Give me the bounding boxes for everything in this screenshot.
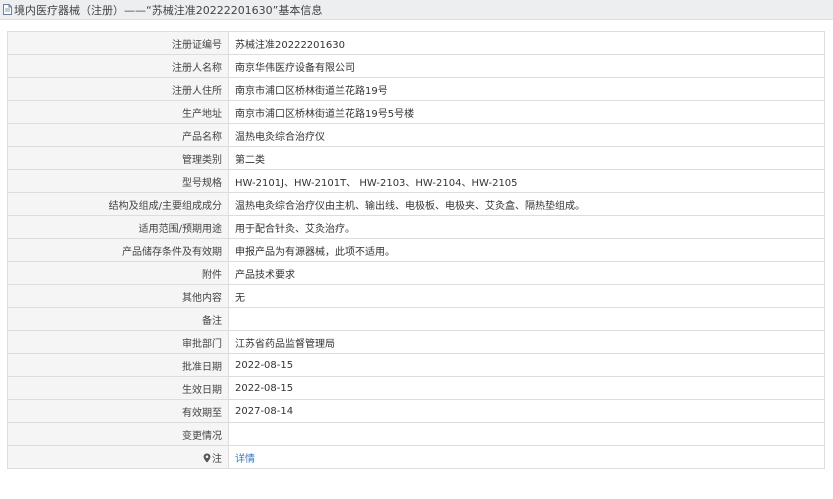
row-value: 江苏省药品监督管理局 xyxy=(228,330,825,354)
row-value: 无 xyxy=(228,284,825,308)
row-value: 用于配合针灸、艾灸治疗。 xyxy=(228,215,825,239)
row-label: 注册人名称 xyxy=(7,54,229,78)
row-value: 温热电灸综合治疗仪 xyxy=(228,123,825,147)
row-value xyxy=(228,422,825,446)
row-value: 苏械注准20222201630 xyxy=(228,31,825,55)
row-label: 适用范围/预期用途 xyxy=(7,215,229,239)
row-value: 南京市浦口区桥林街道兰花路19号 xyxy=(228,77,825,101)
table-row: 批准日期 2022-08-15 xyxy=(7,353,825,377)
row-value: 2027-08-14 xyxy=(228,399,825,423)
table-row: 变更情况 xyxy=(7,422,825,446)
row-label: 变更情况 xyxy=(7,422,229,446)
table-row: 产品名称 温热电灸综合治疗仪 xyxy=(7,123,825,147)
table-row: 生效日期 2022-08-15 xyxy=(7,376,825,400)
table-row: 生产地址 南京市浦口区桥林街道兰花路19号5号楼 xyxy=(7,100,825,124)
table-row: 注册人名称 南京华伟医疗设备有限公司 xyxy=(7,54,825,78)
table-row: 产品储存条件及有效期 申报产品为有源器械，此项不适用。 xyxy=(7,238,825,262)
row-label: 结构及组成/主要组成成分 xyxy=(7,192,229,216)
row-value: 南京市浦口区桥林街道兰花路19号5号楼 xyxy=(228,100,825,124)
table-row: 适用范围/预期用途 用于配合针灸、艾灸治疗。 xyxy=(7,215,825,239)
info-table-container: 注册证编号 苏械注准20222201630 注册人名称 南京华伟医疗设备有限公司… xyxy=(7,31,825,469)
table-row: 备注 xyxy=(7,307,825,331)
row-label: 批准日期 xyxy=(7,353,229,377)
row-label: 型号规格 xyxy=(7,169,229,193)
table-row: 结构及组成/主要组成成分 温热电灸综合治疗仪由主机、输出线、电极板、电极夹、艾灸… xyxy=(7,192,825,216)
row-label: 其他内容 xyxy=(7,284,229,308)
row-value: 2022-08-15 xyxy=(228,353,825,377)
row-label: 审批部门 xyxy=(7,330,229,354)
row-label: 生效日期 xyxy=(7,376,229,400)
row-value: 南京华伟医疗设备有限公司 xyxy=(228,54,825,78)
note-label: 注 xyxy=(212,453,222,465)
row-label: 注册人住所 xyxy=(7,77,229,101)
details-link[interactable]: 详情 xyxy=(235,454,255,465)
note-row: 注 详情 xyxy=(7,445,825,469)
row-label: 注册证编号 xyxy=(7,31,229,55)
table-row: 注册证编号 苏械注准20222201630 xyxy=(7,31,825,55)
row-label: 产品名称 xyxy=(7,123,229,147)
device-info-table: 注册证编号 苏械注准20222201630 注册人名称 南京华伟医疗设备有限公司… xyxy=(7,31,825,469)
row-value: 温热电灸综合治疗仪由主机、输出线、电极板、电极夹、艾灸盒、隔热垫组成。 xyxy=(228,192,825,216)
row-value: 产品技术要求 xyxy=(228,261,825,285)
table-row: 注册人住所 南京市浦口区桥林街道兰花路19号 xyxy=(7,77,825,101)
table-row: 有效期至 2027-08-14 xyxy=(7,399,825,423)
row-value: HW-2101J、HW-2101T、 HW-2103、HW-2104、HW-21… xyxy=(228,169,825,193)
row-label: 备注 xyxy=(7,307,229,331)
page-title-bar: 境内医疗器械（注册）——“苏械注准20222201630”基本信息 xyxy=(0,0,833,20)
note-label-cell: 注 xyxy=(7,445,229,469)
row-label: 有效期至 xyxy=(7,399,229,423)
row-label: 产品储存条件及有效期 xyxy=(7,238,229,262)
row-label: 生产地址 xyxy=(7,100,229,124)
table-row: 型号规格 HW-2101J、HW-2101T、 HW-2103、HW-2104、… xyxy=(7,169,825,193)
row-value: 申报产品为有源器械，此项不适用。 xyxy=(228,238,825,262)
row-value: 第二类 xyxy=(228,146,825,170)
note-value-cell: 详情 xyxy=(228,445,825,469)
pin-icon xyxy=(203,453,211,462)
table-row: 审批部门 江苏省药品监督管理局 xyxy=(7,330,825,354)
row-label: 管理类别 xyxy=(7,146,229,170)
document-icon xyxy=(3,4,12,15)
row-value: 2022-08-15 xyxy=(228,376,825,400)
table-row: 其他内容 无 xyxy=(7,284,825,308)
row-value xyxy=(228,307,825,331)
table-row: 管理类别 第二类 xyxy=(7,146,825,170)
page-title: 境内医疗器械（注册）——“苏械注准20222201630”基本信息 xyxy=(14,3,323,17)
row-label: 附件 xyxy=(7,261,229,285)
table-row: 附件 产品技术要求 xyxy=(7,261,825,285)
